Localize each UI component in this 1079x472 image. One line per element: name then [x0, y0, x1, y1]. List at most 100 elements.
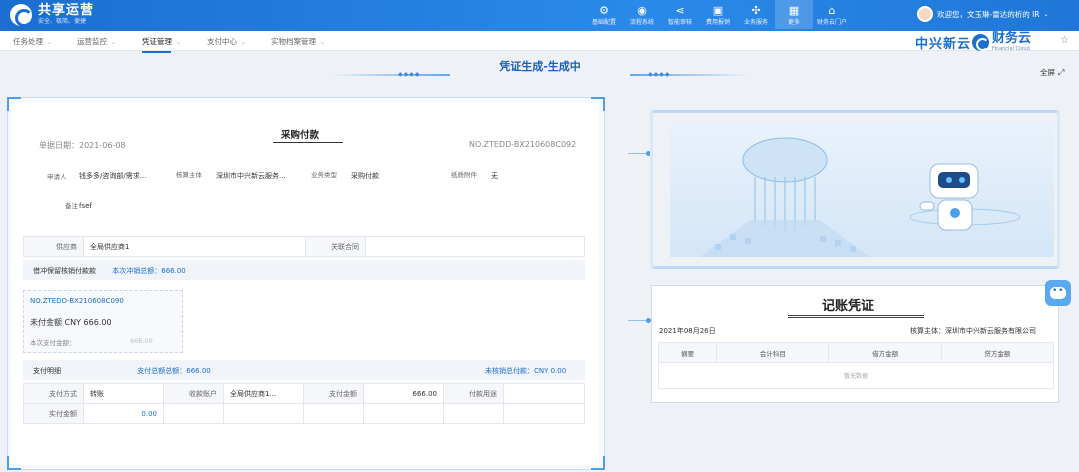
- tab-archive[interactable]: 实物档案管理 ⌄: [271, 36, 325, 47]
- card-number[interactable]: NO.ZTEDD-BX210608C090: [30, 297, 124, 305]
- chevron-down-icon: ⌄: [320, 39, 326, 46]
- user-greeting: 欢迎您，文玉琳-雷达的析的 IR: [937, 9, 1040, 19]
- pay-account-label: 收款账户: [163, 383, 224, 404]
- doc-title: 采购付款: [281, 130, 320, 141]
- pay-total-value: 666.00: [186, 367, 211, 375]
- offset-total-label: 本次冲销总额：: [112, 267, 162, 275]
- voucher-date: 2021年08月26日: [659, 327, 716, 335]
- remark-value: fsef: [79, 202, 92, 210]
- cw-logo: 财务云 Financial Cloud: [972, 32, 1031, 52]
- pay-total-label: 支付总额总额：: [137, 367, 187, 375]
- brand-slogan: 安全、极简、便捷: [38, 18, 87, 25]
- pay-amount-value[interactable]: 666.00: [363, 383, 444, 404]
- pay-purpose-value[interactable]: [503, 383, 585, 404]
- empty-state: 暂无数据: [658, 362, 1054, 389]
- page-title: 凭证生成-生成中: [499, 60, 581, 73]
- settings-icon: ⚙: [599, 4, 609, 17]
- pay-purpose-label: 付款用途: [443, 383, 504, 404]
- grid-icon: ▦: [788, 4, 800, 17]
- brand-name: 共享运营: [38, 3, 95, 18]
- card-pay-label: 本次支付金额：: [30, 339, 76, 347]
- chevron-down-icon: ⌄: [1043, 10, 1049, 18]
- topnav-item-expense[interactable]: ▣ 费用报销: [699, 2, 737, 29]
- pay-detail-table: 支付方式 转账 收款账户 全局供应商1... 支付金额 666.00 付款用途 …: [23, 383, 585, 424]
- topnav-item-flow[interactable]: ◉ 流程系统: [623, 2, 661, 29]
- topnav-item-service[interactable]: ✣ 业务服务: [737, 2, 775, 29]
- table-row: 实付金额 0.00: [23, 403, 585, 424]
- banner-line-left: [330, 74, 450, 76]
- favorite-star-icon[interactable]: ☆: [1060, 35, 1069, 46]
- fullscreen-button[interactable]: 全屏 ⤢: [1040, 67, 1064, 78]
- cloud-upload-icon: [700, 137, 1021, 257]
- column-account: 会计科目: [716, 342, 830, 363]
- assistant-bot-button[interactable]: [1045, 280, 1071, 306]
- card-pay-value[interactable]: 666.00: [130, 337, 153, 345]
- pay-method-value[interactable]: 转账: [83, 383, 164, 404]
- chevron-down-icon: ⌄: [47, 39, 53, 46]
- chevron-down-icon: ⌄: [176, 39, 182, 46]
- home-icon: ⌂: [828, 4, 836, 17]
- cw-logo-icon: [972, 33, 989, 51]
- wallet-icon: ▣: [712, 4, 724, 17]
- supplier-value: 全局供应商1: [83, 236, 306, 257]
- column-summary: 摘要: [657, 342, 718, 363]
- offset-card[interactable]: NO.ZTEDD-BX210608C090 未付金额 CNY 666.00 本次…: [23, 290, 183, 353]
- applicant-label: 申请人: [47, 173, 67, 181]
- entity-label: 核算主体: [176, 171, 202, 179]
- biz-type-label: 业务类型: [311, 171, 337, 179]
- supplier-table: 供应商 全局供应商1 关联合同: [23, 236, 585, 257]
- offset-band: 借冲保留核销付款款 本次冲销总额：666.00: [23, 260, 585, 280]
- offset-total-value: 666.00: [161, 267, 186, 275]
- voucher-entity: 核算主体：深圳市中兴新云服务有限公司: [910, 327, 1036, 335]
- offset-label: 借冲保留核销付款款: [33, 267, 96, 275]
- chevron-down-icon: ⌄: [241, 39, 247, 46]
- doc-number: NO.ZTEDD-BX210608C092: [469, 140, 577, 149]
- payment-document: 单据日期：2021-06-08 采购付款 NO.ZTEDD-BX210608C0…: [11, 103, 599, 465]
- topnav-item-more[interactable]: ▦ 更多: [775, 0, 813, 29]
- accounting-voucher: 记账凭证 2021年08月26日 核算主体：深圳市中兴新云服务有限公司 摘要 会…: [651, 285, 1059, 403]
- cloud-robot-illustration: [670, 122, 1054, 257]
- contract-label: 关联合同: [305, 236, 366, 257]
- column-debit: 借方金额: [828, 342, 942, 363]
- card-unpaid: 未付金额 CNY 666.00: [30, 318, 112, 327]
- actual-amount-value[interactable]: 0.00: [83, 403, 164, 424]
- entity-value: 深圳市中兴新云服务...: [216, 172, 286, 180]
- pay-detail-band: 支付明细 支付总额总额：666.00 未核销总付款：CNY 0.00: [23, 360, 585, 380]
- tab-payment[interactable]: 支付中心 ⌄: [207, 36, 246, 47]
- column-credit: 贷方金额: [940, 342, 1055, 363]
- voucher-title: 记账凭证: [822, 299, 875, 314]
- topnav-item-portal[interactable]: ⌂ 财务云门户: [813, 2, 851, 29]
- service-icon: ✣: [751, 4, 761, 17]
- tab-voucher[interactable]: 凭证管理 ⌄: [142, 36, 182, 53]
- actual-amount-label: 实付金额: [23, 403, 84, 424]
- biz-type-value: 采购付款: [351, 172, 379, 180]
- share-icon: ⋖: [675, 4, 685, 17]
- topnav-item-basic-config[interactable]: ⚙ 基础配置: [585, 2, 623, 29]
- doc-date: 单据日期：2021-06-08: [39, 141, 126, 150]
- contract-value: [365, 236, 585, 257]
- pay-method-label: 支付方式: [23, 383, 84, 404]
- brand[interactable]: 共享运营 安全、极简、便捷: [10, 3, 95, 27]
- unpaid-value: CNY 0.00: [534, 367, 567, 375]
- pay-account-value[interactable]: 全局供应商1...: [223, 383, 304, 404]
- unpaid-label: 未核销总付款：: [485, 367, 534, 375]
- voucher-table: 摘要 会计科目 借方金额 贷方金额 暂无数据: [657, 342, 1055, 389]
- pay-amount-label: 支付金额: [303, 383, 364, 404]
- fullscreen-icon: ⤢: [1058, 68, 1065, 77]
- chevron-down-icon: ⌄: [111, 39, 117, 46]
- tab-monitor[interactable]: 运营监控 ⌄: [77, 36, 116, 47]
- remark-label: 备注: [65, 202, 78, 210]
- supplier-label: 供应商: [23, 236, 84, 257]
- avatar: [917, 6, 933, 22]
- topnav-item-audit[interactable]: ⋖ 智能审核: [661, 2, 699, 29]
- brand-logo-icon: [10, 4, 33, 27]
- title-banner: ◆◆◆◆ ◆◆◆◆ 凭证生成-生成中: [0, 52, 1079, 88]
- user-menu[interactable]: 欢迎您，文玉琳-雷达的析的 IR ⌄: [917, 6, 1049, 22]
- zx-logo: 中兴新云: [915, 37, 972, 52]
- flow-icon: ◉: [637, 4, 647, 17]
- pay-detail-label: 支付明细: [33, 367, 61, 375]
- applicant-value: 钱多多/咨询部/需求...: [79, 172, 147, 180]
- top-bar: 共享运营 安全、极简、便捷 ⚙ 基础配置 ◉ 流程系统 ⋖ 智能审核 ▣ 费用报销 ✣ 业…: [0, 0, 1079, 31]
- tab-task[interactable]: 任务处理 ⌄: [13, 36, 52, 47]
- table-row: 支付方式 转账 收款账户 全局供应商1... 支付金额 666.00 付款用途: [23, 383, 585, 404]
